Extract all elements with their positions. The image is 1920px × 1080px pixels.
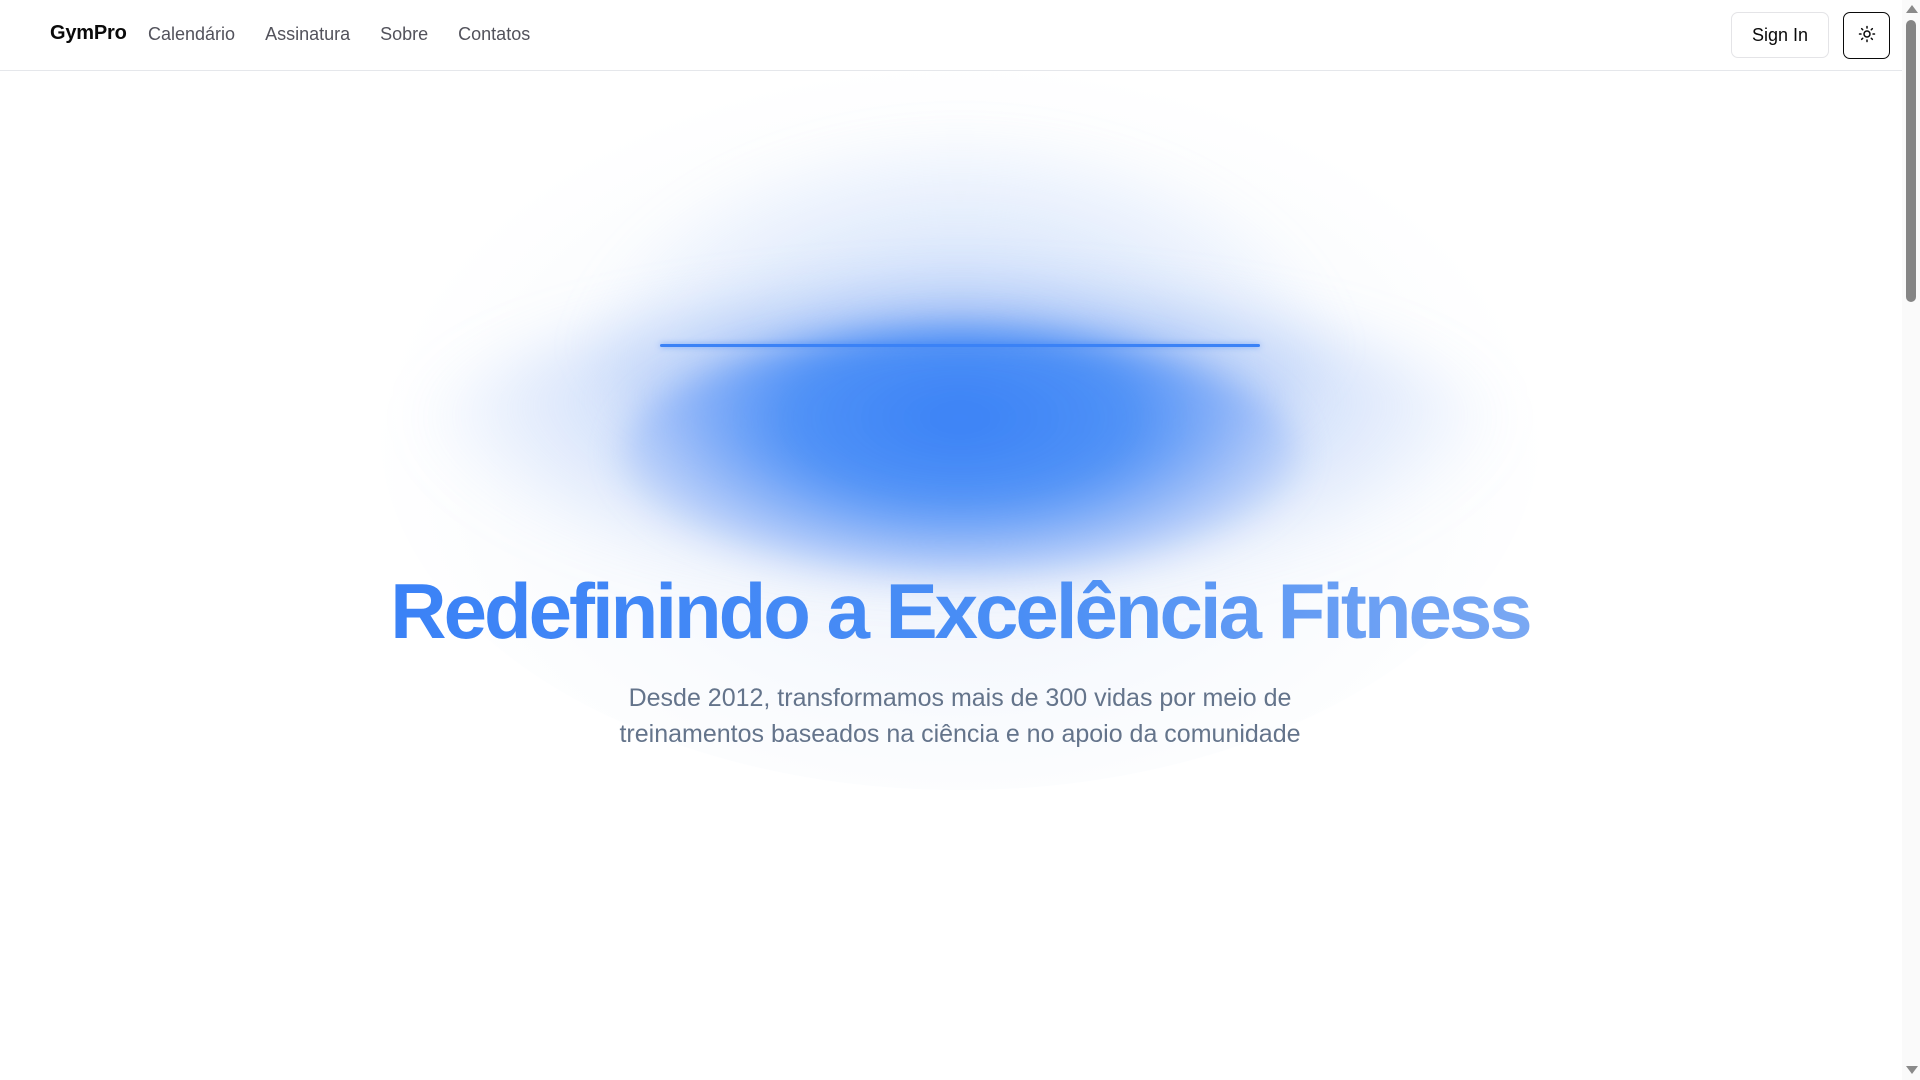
scroll-down-arrow-icon[interactable] <box>1906 1066 1918 1074</box>
sign-in-button[interactable]: Sign In <box>1731 12 1829 58</box>
nav-link-contatos[interactable]: Contatos <box>458 24 530 45</box>
hero-subtitle: Desde 2012, transformamos mais de 300 vi… <box>619 684 1301 748</box>
nav-link-calendario[interactable]: Calendário <box>148 24 235 45</box>
sun-icon <box>1858 25 1876 46</box>
scroll-up-arrow-icon[interactable] <box>1906 5 1918 13</box>
brand-logo[interactable]: GymPro <box>50 22 127 45</box>
main-nav: Calendário Assinatura Sobre Contatos <box>148 24 530 45</box>
nav-link-assinatura[interactable]: Assinatura <box>265 24 350 45</box>
theme-toggle-button[interactable] <box>1843 12 1890 59</box>
hero-glow-core <box>620 330 1300 580</box>
hero-glow-line <box>660 344 1260 347</box>
site-header: GymPro Calendário Assinatura Sobre Conta… <box>0 0 1902 71</box>
hero-title-text: Redefinindo a Excelência Fitness <box>390 567 1532 655</box>
hero-title: Redefinindo a Excelência Fitness <box>0 565 1920 657</box>
scroll-thumb[interactable] <box>1906 20 1916 302</box>
page-scrollbar[interactable] <box>1902 0 1920 1080</box>
page: GymPro Calendário Assinatura Sobre Conta… <box>0 0 1920 1080</box>
nav-link-sobre[interactable]: Sobre <box>380 24 428 45</box>
